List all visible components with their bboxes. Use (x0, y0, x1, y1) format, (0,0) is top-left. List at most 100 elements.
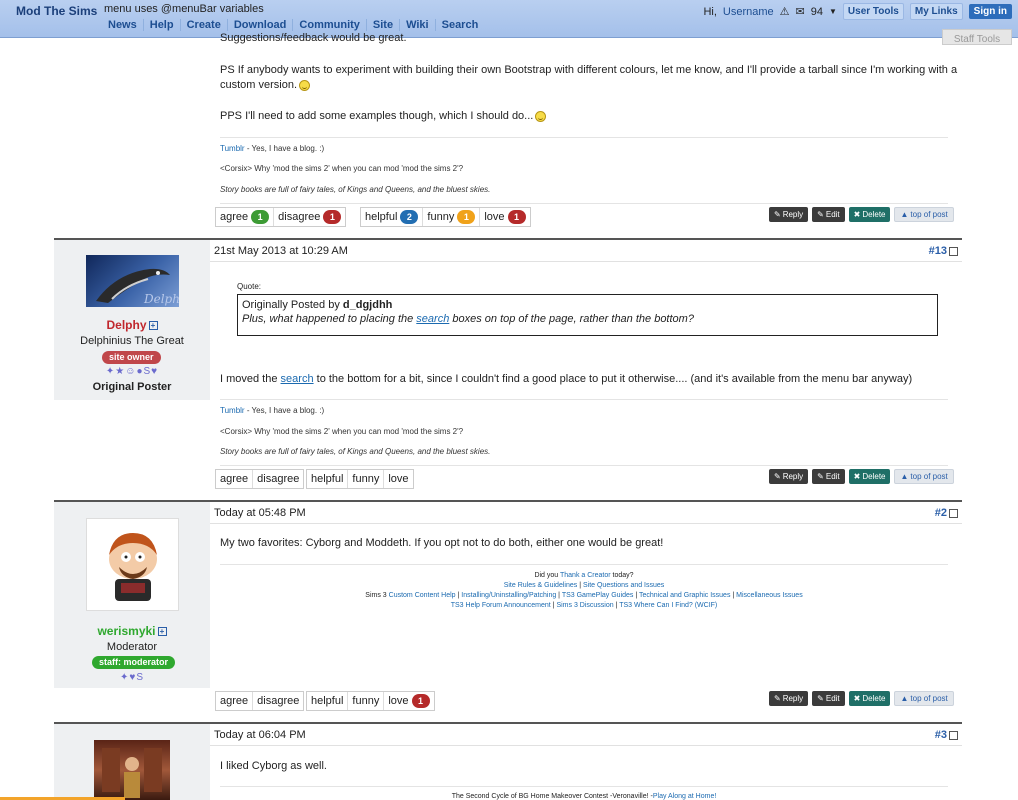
nav-news[interactable]: News (104, 19, 144, 31)
expand-icon[interactable]: + (148, 321, 158, 331)
reaction-disagree[interactable]: disagree 1 (274, 208, 346, 226)
sig-link[interactable]: TS3 Help Forum Announcement (451, 602, 551, 609)
top-of-post-button[interactable]: ▲ top of post (894, 691, 954, 706)
expand-icon[interactable]: + (157, 627, 167, 637)
user-sidebar (54, 724, 210, 800)
thank-creator-link[interactable]: Thank a Creator (560, 572, 611, 579)
post-number[interactable]: #3 (935, 729, 958, 741)
delete-label: Delete (862, 694, 886, 703)
nav-create[interactable]: Create (181, 19, 228, 31)
sig-text: today? (610, 572, 634, 579)
sig-link[interactable]: Technical and Graphic Issues (639, 592, 730, 599)
sig-link[interactable]: TS3 GamePlay Guides (562, 592, 634, 599)
post-date: Today at 05:48 PM (214, 507, 306, 519)
main-nav: News Help Create Download Community Site… (104, 19, 484, 31)
reaction-label: love (484, 211, 505, 223)
edit-button[interactable]: ✎ Edit (812, 207, 845, 222)
nav-help[interactable]: Help (144, 19, 181, 31)
sig-link[interactable]: TS3 Where Can I Find? (WCIF) (619, 602, 717, 609)
edit-label: Edit (825, 694, 840, 703)
warning-icon[interactable]: ⚠ (780, 5, 790, 18)
reaction-count: 1 (507, 210, 526, 224)
sig-link[interactable]: Installing/Uninstalling/Patching (461, 592, 556, 599)
avatar[interactable] (94, 740, 170, 800)
reaction-disagree[interactable]: disagree (253, 692, 304, 710)
notification-count[interactable]: 94 (811, 6, 823, 18)
reaction-agree[interactable]: agree (216, 470, 254, 488)
delete-button[interactable]: ✖ Delete (848, 207, 891, 222)
reply-button[interactable]: ✎ Reply (769, 207, 809, 222)
reply-button[interactable]: ✎ Reply (769, 691, 809, 706)
post-actions: ✎ Reply ✎ Edit ✖ Delete ▲ top of post (769, 469, 954, 484)
sig-link[interactable]: Custom Content Help (389, 592, 456, 599)
post-pps-text: PPS I'll need to add some examples thoug… (220, 110, 534, 122)
sig-link[interactable]: Miscellaneous Issues (736, 592, 803, 599)
close-icon: ✖ (853, 694, 861, 703)
nav-site[interactable]: Site (367, 19, 401, 31)
username-link[interactable]: Username (723, 6, 774, 18)
post-number[interactable]: #2 (935, 507, 958, 519)
reaction-funny[interactable]: funny (348, 470, 385, 488)
avatar[interactable] (86, 518, 179, 611)
select-checkbox[interactable] (949, 730, 958, 740)
site-brand[interactable]: Mod The Sims (16, 4, 97, 18)
reaction-agree[interactable]: agree 1 (216, 208, 275, 226)
reaction-bar: helpful funny love 1 (306, 691, 435, 711)
reply-icon: ✎ (774, 210, 781, 219)
reaction-bar: agree 1 disagree 1 (215, 207, 347, 227)
my-links-button[interactable]: My Links (909, 3, 963, 20)
sig-link[interactable]: Site Rules & Guidelines (504, 582, 578, 589)
reaction-love[interactable]: love 1 (480, 208, 530, 226)
top-bar: Mod The Sims menu uses @menuBar variable… (0, 0, 1018, 38)
top-of-post-button[interactable]: ▲ top of post (894, 207, 954, 222)
search-link[interactable]: search (416, 313, 449, 325)
chevron-down-icon[interactable]: ▼ (829, 7, 837, 16)
reaction-label: funny (427, 211, 455, 223)
nav-search[interactable]: Search (436, 19, 485, 31)
poster-name[interactable]: werismyki + (54, 624, 210, 638)
reaction-disagree[interactable]: disagree (253, 470, 304, 488)
select-checkbox[interactable] (949, 508, 958, 518)
signature-ts3: TS3 Help Forum Announcement | Sims 3 Dis… (450, 602, 718, 609)
signature-story-text: Story books are full of fairy tales, of … (220, 447, 491, 456)
reaction-bar: agree disagree (215, 691, 305, 711)
top-of-post-button[interactable]: ▲ top of post (894, 469, 954, 484)
reply-label: Reply (782, 210, 804, 219)
delete-button[interactable]: ✖ Delete (848, 691, 891, 706)
award-icons: ✦★☺●S♥ (105, 366, 159, 377)
reaction-agree[interactable]: agree (216, 692, 254, 710)
signature-story: Story books are full of fairy tales, of … (220, 447, 490, 456)
reaction-helpful[interactable]: helpful (307, 470, 349, 488)
sig-link[interactable]: Sims 3 Discussion (556, 602, 613, 609)
tumblr-link[interactable]: Tumblr (220, 144, 245, 153)
reaction-helpful[interactable]: helpful (307, 692, 349, 710)
reaction-helpful[interactable]: helpful 2 (361, 208, 424, 226)
user-area: Hi, Username ⚠ ✉ 94 ▼ User Tools My Link… (703, 3, 1012, 20)
reaction-count: 1 (411, 694, 430, 708)
mail-icon[interactable]: ✉ (796, 5, 805, 18)
delete-button[interactable]: ✖ Delete (848, 469, 891, 484)
reaction-funny[interactable]: funny 1 (423, 208, 481, 226)
tumblr-link[interactable]: Tumblr (220, 406, 245, 415)
search-link[interactable]: search (281, 373, 314, 385)
staff-tools-button[interactable]: Staff Tools (942, 29, 1012, 45)
edit-button[interactable]: ✎ Edit (812, 469, 845, 484)
avatar[interactable]: Delphy (86, 255, 187, 307)
nav-community[interactable]: Community (293, 19, 367, 31)
post-pps: PPS I'll need to add some examples thoug… (220, 110, 547, 122)
sign-in-button[interactable]: Sign in (968, 4, 1012, 19)
nav-download[interactable]: Download (228, 19, 294, 31)
select-checkbox[interactable] (949, 246, 958, 256)
reaction-love[interactable]: love (384, 470, 413, 488)
reaction-label: helpful (365, 211, 398, 223)
reaction-funny[interactable]: funny (348, 692, 385, 710)
post-number[interactable]: #13 (929, 245, 958, 257)
reaction-love[interactable]: love 1 (384, 692, 434, 710)
user-tools-button[interactable]: User Tools (842, 3, 904, 20)
sig-link[interactable]: Site Questions and Issues (583, 582, 664, 589)
nav-wiki[interactable]: Wiki (400, 19, 436, 31)
poster-name[interactable]: Delphy + (54, 318, 210, 332)
reply-button[interactable]: ✎ Reply (769, 469, 809, 484)
play-along-link[interactable]: Play Along at Home! (653, 793, 716, 800)
edit-button[interactable]: ✎ Edit (812, 691, 845, 706)
